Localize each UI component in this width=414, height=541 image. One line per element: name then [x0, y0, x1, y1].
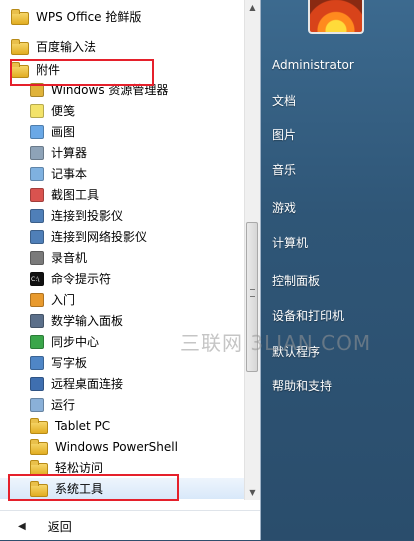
program-label: 截图工具 [51, 188, 100, 202]
explorer-icon [30, 82, 44, 97]
program-item[interactable]: 截图工具 [0, 184, 244, 205]
program-item[interactable]: 记事本 [0, 163, 244, 184]
calculator-icon [30, 145, 44, 160]
right-menu-item[interactable]: 文档 [272, 90, 408, 112]
program-label: 附件 [36, 63, 61, 77]
program-label: 入门 [51, 293, 76, 307]
remote-desktop-icon [30, 376, 44, 391]
cmd-icon: C:\ [30, 271, 44, 286]
program-label: 连接到网络投影仪 [51, 230, 148, 244]
program-label: 计算器 [51, 146, 88, 160]
program-item[interactable]: 运行 [0, 394, 244, 415]
program-label: 数学输入面板 [51, 314, 124, 328]
program-label: 连接到投影仪 [51, 209, 124, 223]
scroll-grip [250, 289, 255, 297]
program-label: 画图 [51, 125, 76, 139]
program-label: 录音机 [51, 251, 88, 265]
folder-icon [11, 61, 29, 78]
program-label: 便笺 [51, 104, 76, 118]
folder-icon [30, 438, 48, 455]
program-item[interactable]: 远程桌面连接 [0, 373, 244, 394]
right-menu-item[interactable]: 音乐 [272, 159, 408, 181]
program-item[interactable]: 画图 [0, 121, 244, 142]
program-item[interactable]: C:\ 命令提示符 [0, 268, 244, 289]
wordpad-icon [30, 355, 44, 370]
program-label: 百度输入法 [36, 40, 97, 54]
folder-icon [30, 459, 48, 476]
getting-started-icon [30, 292, 44, 307]
program-item[interactable]: 录音机 [0, 247, 244, 268]
folder-icon [11, 8, 29, 25]
program-item[interactable]: 百度输入法 [0, 36, 244, 57]
back-label: 返回 [47, 519, 72, 534]
program-item[interactable]: 便笺 [0, 100, 244, 121]
program-item[interactable]: 连接到网络投影仪 [0, 226, 244, 247]
paint-icon [30, 124, 44, 139]
notepad-icon [30, 166, 44, 181]
program-item[interactable]: WPS Office 抢鲜版 [0, 6, 244, 27]
programs-pane: WPS Office 抢鲜版 百度输入法附件 Windows 资源管理器 便笺画图计算… [0, 0, 261, 540]
program-label: WPS Office 抢鲜版 [36, 10, 142, 24]
program-label: 运行 [51, 398, 76, 412]
right-menu-pane: Administrator 文档 图片 音乐 游戏 计算机 控制面板 设备和打印机 默认程序 帮助… [261, 0, 414, 540]
right-menu-item[interactable]: 计算机 [272, 232, 408, 254]
program-item[interactable]: 连接到投影仪 [0, 205, 244, 226]
program-label: 命令提示符 [51, 272, 112, 286]
run-icon [30, 397, 44, 412]
program-label: 记事本 [51, 167, 88, 181]
network-projector-icon [30, 229, 44, 244]
program-item[interactable]: 计算器 [0, 142, 244, 163]
program-label: 系统工具 [55, 482, 104, 496]
back-button[interactable]: ◀ 返回 [0, 510, 260, 541]
program-label: 写字板 [51, 356, 88, 370]
program-label: 同步中心 [51, 335, 100, 349]
program-label: Windows 资源管理器 [51, 83, 169, 97]
scrollbar[interactable]: ▲ ▼ [244, 0, 260, 500]
program-label: Tablet PC [55, 418, 111, 433]
program-item[interactable]: 系统工具 [0, 478, 244, 499]
program-item[interactable]: 轻松访问 [0, 457, 244, 478]
right-menu-item[interactable]: 设备和打印机 [272, 305, 408, 327]
back-arrow-icon: ◀ [18, 520, 26, 532]
microphone-icon [30, 250, 44, 265]
program-item[interactable]: Windows 资源管理器 [0, 79, 244, 100]
right-menu-item[interactable]: 控制面板 [272, 270, 408, 292]
program-item[interactable]: Windows PowerShell [0, 436, 244, 457]
projector-icon [30, 208, 44, 223]
user-avatar[interactable] [308, 0, 364, 34]
watermark: 三联网 3LIAN.COM [180, 331, 372, 355]
right-menu-item[interactable]: 图片 [272, 124, 408, 146]
folder-icon [30, 417, 48, 434]
program-item[interactable]: Tablet PC [0, 415, 244, 436]
program-item[interactable]: 附件 [0, 59, 244, 80]
sticky-notes-icon [30, 103, 44, 118]
right-menu-item[interactable]: 游戏 [272, 197, 408, 219]
program-item[interactable]: 入门 [0, 289, 244, 310]
folder-icon [11, 38, 29, 55]
program-label: Windows PowerShell [55, 439, 178, 454]
right-menu-item[interactable]: Administrator [272, 54, 408, 76]
program-label: 远程桌面连接 [51, 377, 124, 391]
right-menu-item[interactable]: 帮助和支持 [272, 375, 408, 397]
folder-icon [30, 480, 48, 497]
scroll-down-arrow-icon[interactable]: ▼ [245, 485, 260, 500]
math-input-icon [30, 313, 44, 328]
programs-list: WPS Office 抢鲜版 百度输入法附件 Windows 资源管理器 便笺画图计算… [0, 0, 244, 510]
snipping-tool-icon [30, 187, 44, 202]
sync-center-icon [30, 334, 44, 349]
scroll-up-arrow-icon[interactable]: ▲ [245, 0, 260, 15]
program-label: 轻松访问 [55, 461, 104, 475]
